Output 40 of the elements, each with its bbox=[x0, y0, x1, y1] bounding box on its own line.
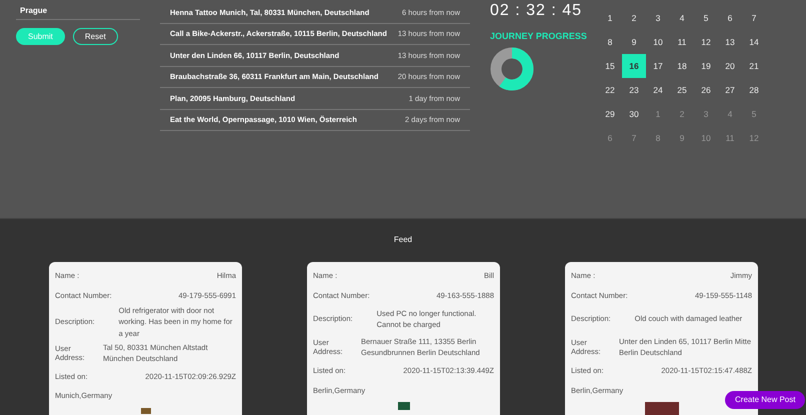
calendar-day[interactable]: 5 bbox=[694, 6, 718, 30]
calendar-day[interactable]: 20 bbox=[718, 54, 742, 78]
calendar-day[interactable]: 6 bbox=[718, 6, 742, 30]
reset-button[interactable]: Reset bbox=[72, 28, 118, 45]
calendar-day[interactable]: 29 bbox=[598, 102, 622, 126]
calendar-day[interactable]: 23 bbox=[622, 78, 646, 102]
feed-title: Feed bbox=[394, 235, 412, 244]
clock-time: 02 : 32 : 45 bbox=[490, 2, 584, 20]
calendar-day[interactable]: 14 bbox=[742, 30, 766, 54]
photo-placeholder bbox=[140, 408, 150, 414]
calendar-day[interactable]: 7 bbox=[742, 6, 766, 30]
calendar-day[interactable]: 30 bbox=[622, 102, 646, 126]
calendar-day[interactable]: 2 bbox=[622, 6, 646, 30]
calendar-day[interactable]: 13 bbox=[718, 30, 742, 54]
create-post-button[interactable]: Create New Post bbox=[725, 391, 806, 409]
photo-placeholder bbox=[398, 402, 410, 410]
calendar-day[interactable]: 16 bbox=[622, 54, 646, 78]
calendar-day[interactable]: 28 bbox=[742, 78, 766, 102]
calendar-day[interactable]: 18 bbox=[670, 54, 694, 78]
calendar-day[interactable]: 8 bbox=[598, 30, 622, 54]
calendar-day[interactable]: 3 bbox=[646, 6, 670, 30]
calendar-day[interactable]: 1 bbox=[598, 6, 622, 30]
calendar-day[interactable]: 11 bbox=[670, 30, 694, 54]
calendar-day[interactable]: 9 bbox=[622, 30, 646, 54]
calendar-day[interactable]: 24 bbox=[646, 78, 670, 102]
calendar-day[interactable]: 25 bbox=[670, 78, 694, 102]
calendar-day[interactable]: 22 bbox=[598, 78, 622, 102]
progress-donut bbox=[490, 47, 534, 92]
calendar-day[interactable]: 10 bbox=[646, 30, 670, 54]
search-field[interactable]: Prague bbox=[16, 2, 140, 20]
calendar-day[interactable]: 27 bbox=[718, 78, 742, 102]
calendar-day[interactable]: 12 bbox=[694, 30, 718, 54]
calendar-day[interactable]: 15 bbox=[598, 54, 622, 78]
calendar-day[interactable]: 4 bbox=[670, 6, 694, 30]
progress-title: JOURNEY PROGRESS bbox=[490, 30, 588, 43]
calendar-day[interactable]: 26 bbox=[694, 78, 718, 102]
calendar-day[interactable]: 21 bbox=[742, 54, 766, 78]
calendar-day[interactable]: 17 bbox=[646, 54, 670, 78]
calendar-day[interactable]: 19 bbox=[694, 54, 718, 78]
photo-placeholder bbox=[644, 402, 678, 415]
